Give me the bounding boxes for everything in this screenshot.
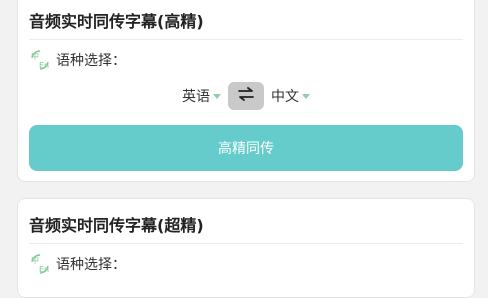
swap-arrows-icon [237,87,255,105]
language-selection-text: 语种选择： [56,53,126,69]
target-language-value: 中文 [271,89,299,105]
language-selection-label: 中 En 语种选择： [29,253,126,275]
source-language-value: 英语 [182,89,210,105]
swap-language-button[interactable] [228,82,264,110]
language-zh-en-icon: 中 En [29,253,51,275]
language-selection-label: 中 En 语种选择： [29,49,126,71]
language-switcher: 英语 中文 [18,82,474,110]
svg-text:中: 中 [31,255,39,265]
divider [29,243,463,244]
source-language-select[interactable]: 英语 [182,86,221,106]
card-title: 音频实时同传字幕(超精) [29,216,204,235]
target-language-select[interactable]: 中文 [271,86,310,106]
language-zh-en-icon: 中 En [29,49,51,71]
card-title: 音频实时同传字幕(高精) [29,12,204,31]
language-selection-text: 语种选择： [56,257,126,273]
svg-text:En: En [39,265,49,274]
card-ultra-precision: 音频实时同传字幕(超精) 中 En 语种选择： [17,198,475,298]
divider [29,39,463,40]
card-high-precision: 音频实时同传字幕(高精) 中 En 语种选择： 英语 中文 高精同传 [17,0,475,182]
high-precision-translate-button[interactable]: 高精同传 [29,125,463,171]
svg-text:中: 中 [31,51,39,61]
caret-down-icon [213,93,221,99]
svg-text:En: En [39,61,49,70]
caret-down-icon [302,93,310,99]
